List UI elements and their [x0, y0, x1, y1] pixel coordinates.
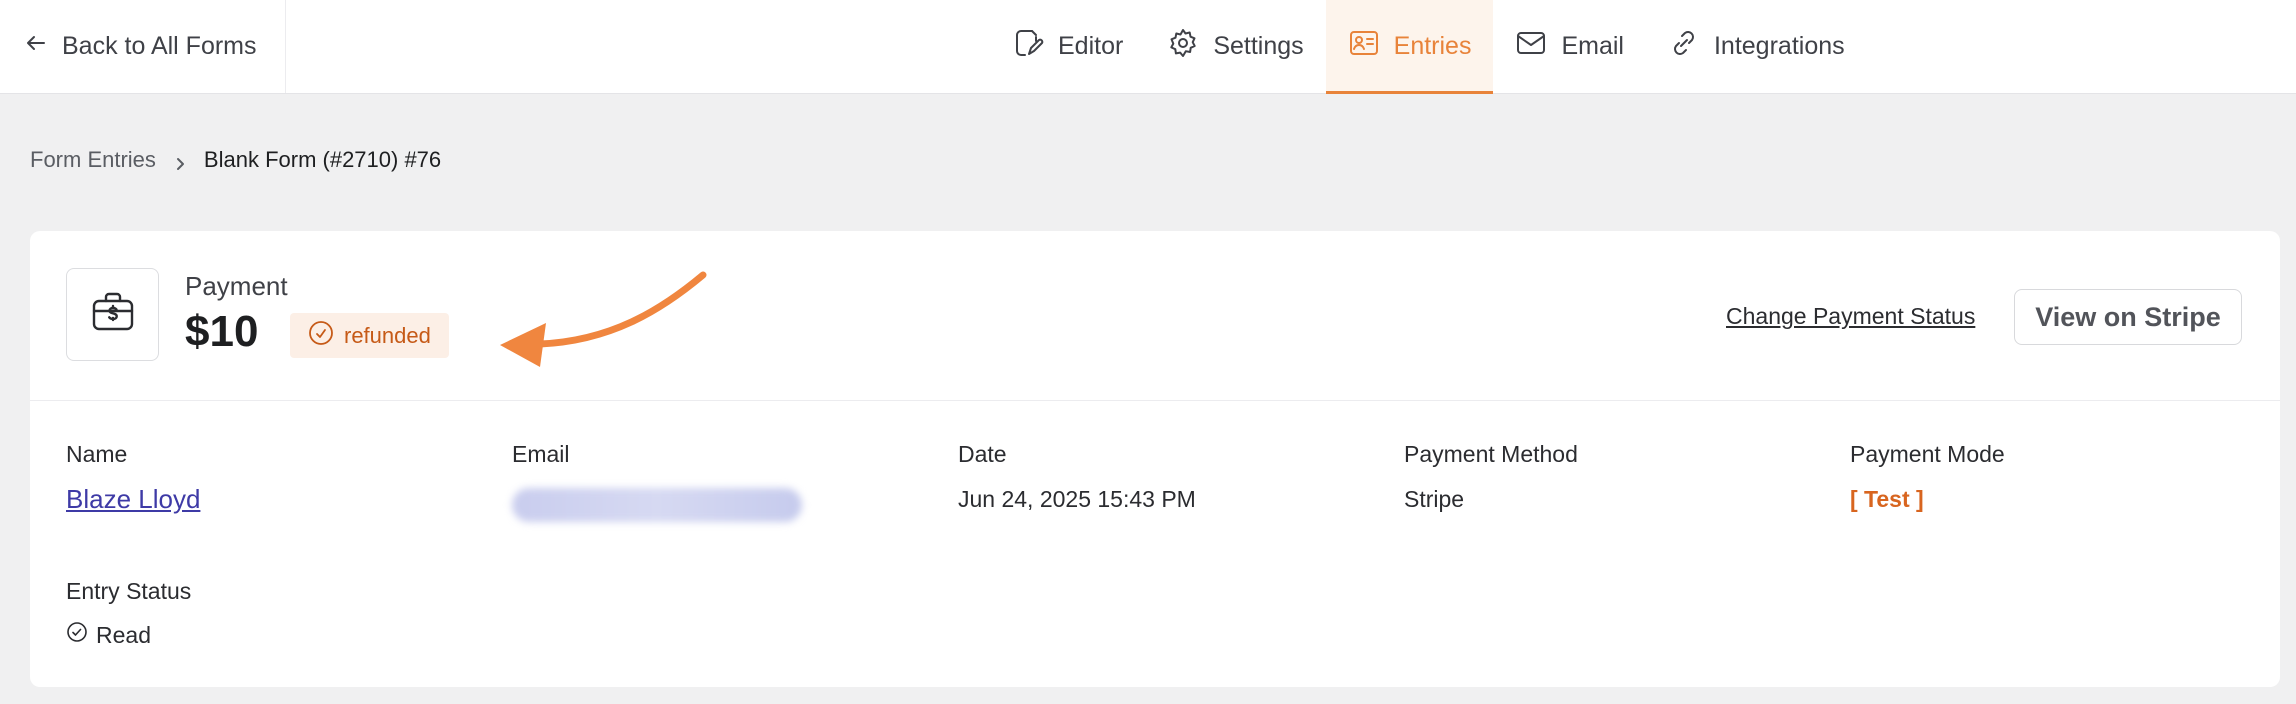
view-on-stripe-button[interactable]: View on Stripe	[2014, 289, 2242, 345]
entry-status-row: Read	[66, 621, 191, 649]
breadcrumb: Form Entries Blank Form (#2710) #76	[30, 147, 441, 173]
entry-status-field: Entry Status Read	[66, 578, 191, 649]
date-field: Date Jun 24, 2025 15:43 PM	[958, 441, 1196, 513]
back-to-forms-link[interactable]: Back to All Forms	[0, 0, 286, 93]
payment-icon-box	[66, 268, 159, 361]
status-badge-label: refunded	[344, 322, 431, 348]
link-icon	[1668, 27, 1700, 66]
change-payment-status-link[interactable]: Change Payment Status	[1726, 303, 1975, 330]
status-badge: refunded	[290, 313, 449, 358]
gear-icon	[1167, 27, 1199, 66]
payment-method-label: Payment Method	[1404, 441, 1578, 467]
tab-entries[interactable]: Entries	[1325, 0, 1494, 94]
envelope-icon	[1515, 27, 1547, 66]
email-value-redacted	[512, 488, 802, 522]
check-circle-icon	[66, 621, 88, 649]
payment-method-field: Payment Method Stripe	[1404, 441, 1578, 513]
payment-mode-value: [ Test ]	[1850, 486, 1924, 512]
payment-amount: $10	[185, 307, 259, 356]
tab-editor-label: Editor	[1058, 32, 1124, 60]
tab-email-label: Email	[1561, 32, 1624, 60]
payment-label: Payment	[185, 271, 288, 301]
payment-header: Payment $10 refunded Change Payment Stat…	[30, 231, 2280, 401]
email-label: Email	[512, 441, 570, 467]
breadcrumb-form-entries[interactable]: Form Entries	[30, 147, 156, 173]
check-circle-icon	[308, 320, 334, 352]
name-field: Name Blaze Lloyd	[66, 441, 200, 515]
tab-integrations-label: Integrations	[1713, 32, 1845, 60]
breadcrumb-current: Blank Form (#2710) #76	[203, 147, 442, 172]
tab-entries-label: Entries	[1393, 32, 1472, 60]
id-card-icon	[1348, 27, 1380, 66]
entry-status-value: Read	[96, 621, 151, 648]
form-tabs: Editor Settings Entries Email Integratio…	[990, 0, 1867, 94]
date-value: Jun 24, 2025 15:43 PM	[958, 486, 1196, 512]
tab-settings[interactable]: Settings	[1145, 0, 1325, 93]
name-label: Name	[66, 441, 128, 467]
money-bag-icon	[88, 287, 138, 342]
payment-mode-label: Payment Mode	[1850, 441, 2005, 467]
payment-method-value: Stripe	[1404, 486, 1465, 512]
email-field: Email	[512, 441, 802, 522]
top-navigation: Back to All Forms Editor Settings Entrie…	[0, 0, 2296, 94]
arrow-left-icon	[24, 31, 48, 62]
back-label: Back to All Forms	[62, 32, 257, 60]
annotation-arrow	[500, 271, 707, 367]
payment-card: Payment $10 refunded Change Payment Stat…	[30, 231, 2280, 687]
chevron-right-icon	[172, 152, 188, 170]
name-link[interactable]: Blaze Lloyd	[66, 484, 200, 515]
tab-email[interactable]: Email	[1493, 0, 1646, 93]
tab-editor[interactable]: Editor	[990, 0, 1145, 93]
payment-mode-field: Payment Mode [ Test ]	[1850, 441, 2005, 513]
editor-icon	[1012, 27, 1044, 66]
tab-settings-label: Settings	[1213, 32, 1304, 60]
entry-status-label: Entry Status	[66, 578, 192, 604]
tab-integrations[interactable]: Integrations	[1646, 0, 1867, 93]
date-label: Date	[958, 441, 1007, 467]
